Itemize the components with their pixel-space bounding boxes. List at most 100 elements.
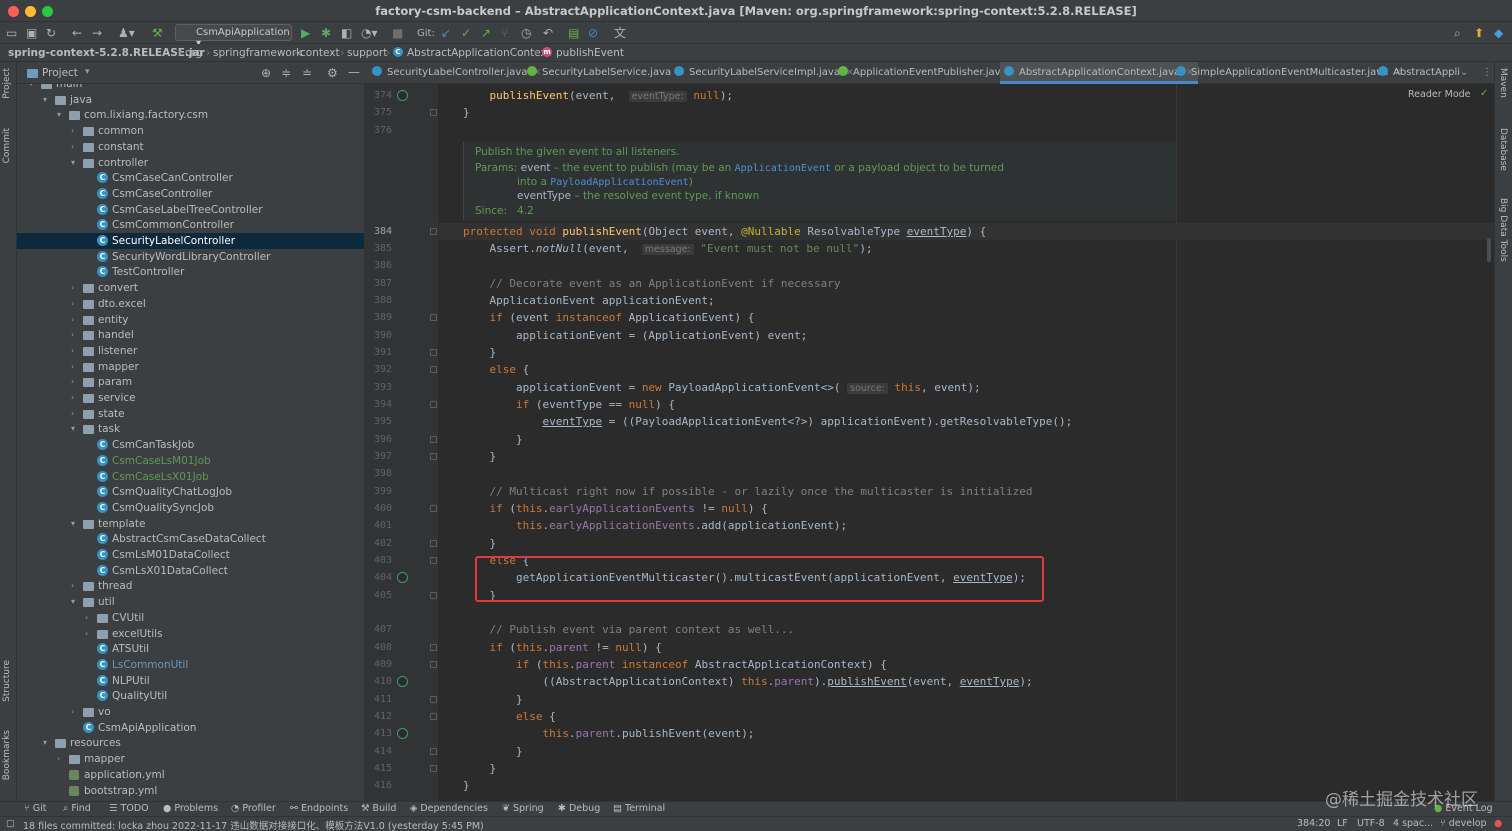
- chevron-right-icon[interactable]: ›: [71, 390, 74, 406]
- caret-position[interactable]: 384:20: [1297, 818, 1330, 829]
- tree-folder[interactable]: ▾ resources: [17, 735, 364, 751]
- chevron-right-icon[interactable]: ›: [71, 406, 74, 422]
- tab-securitylabelcontroller[interactable]: SecurityLabelController.java ✕: [372, 62, 541, 84]
- tree-folder[interactable]: › listener: [17, 343, 364, 359]
- tree-item[interactable]: C SecurityLabelController: [17, 233, 364, 249]
- line-separator[interactable]: LF: [1337, 818, 1348, 829]
- chevron-down-icon[interactable]: ▾: [43, 92, 47, 108]
- user-icon[interactable]: ♟▾: [118, 26, 135, 40]
- breadcrumb-context[interactable]: context: [300, 47, 340, 59]
- chevron-right-icon[interactable]: ›: [71, 578, 74, 594]
- chevron-down-icon[interactable]: ▾: [85, 67, 90, 77]
- todo-tool-button[interactable]: ☰ TODO: [109, 803, 149, 814]
- fold-icon[interactable]: [430, 644, 437, 651]
- tree-folder[interactable]: › param: [17, 374, 364, 390]
- tree-folder[interactable]: › constant: [17, 139, 364, 155]
- commit-tool-tab[interactable]: Commit: [2, 128, 12, 163]
- tree-item[interactable]: C CsmLsX01DataCollect: [17, 563, 364, 579]
- tree-item[interactable]: C QualityUtil: [17, 688, 364, 704]
- tree-item[interactable]: C SecurityWordLibraryController: [17, 249, 364, 265]
- gear-icon[interactable]: ⚙: [327, 66, 338, 80]
- git-commit-icon[interactable]: ✓: [461, 26, 471, 40]
- hide-panel-icon[interactable]: —: [348, 65, 360, 79]
- fold-icon[interactable]: [430, 436, 437, 443]
- back-icon[interactable]: ←: [72, 26, 82, 40]
- fold-icon[interactable]: [430, 109, 437, 116]
- chevron-down-icon[interactable]: ▾: [71, 155, 75, 171]
- tree-item[interactable]: C CsmApiApplication: [17, 720, 364, 736]
- maven-tool-tab[interactable]: Maven: [1498, 68, 1508, 98]
- fold-icon[interactable]: [430, 748, 437, 755]
- notification-icon[interactable]: ●: [1494, 818, 1502, 829]
- fold-icon[interactable]: [430, 765, 437, 772]
- fold-icon[interactable]: [430, 401, 437, 408]
- chevron-down-icon[interactable]: ▾: [43, 735, 47, 751]
- sync-icon[interactable]: ↻: [46, 26, 56, 40]
- problems-tool-button[interactable]: ● Problems: [163, 803, 218, 814]
- tree-folder[interactable]: › CVUtil: [17, 610, 364, 626]
- chevron-right-icon[interactable]: ›: [71, 343, 74, 359]
- tree-folder[interactable]: › common: [17, 123, 364, 139]
- debug-icon[interactable]: ✱: [321, 26, 331, 40]
- chevron-right-icon[interactable]: ›: [85, 610, 88, 626]
- fold-icon[interactable]: [430, 228, 437, 235]
- endpoints-tool-button[interactable]: ⚯ Endpoints: [290, 803, 348, 814]
- fold-icon[interactable]: [430, 540, 437, 547]
- tree-folder[interactable]: ▾ com.lixiang.factory.csm: [17, 107, 364, 123]
- status-message[interactable]: 18 files committed: locka zhou 2022-11-1…: [23, 818, 484, 831]
- tree-folder[interactable]: › thread: [17, 578, 364, 594]
- breadcrumb-class[interactable]: AbstractApplicationContext: [407, 47, 551, 59]
- tree-item[interactable]: C CsmQualitySyncJob: [17, 500, 364, 516]
- tree-item[interactable]: bootstrap.yml: [17, 783, 364, 799]
- rollback-icon[interactable]: ↶: [543, 26, 553, 40]
- fold-icon[interactable]: [430, 314, 437, 321]
- git-push-icon[interactable]: ↗: [481, 26, 491, 40]
- chevron-down-icon[interactable]: ▾: [57, 107, 61, 123]
- tree-folder[interactable]: › mapper: [17, 359, 364, 375]
- tree-item[interactable]: application.yml: [17, 767, 364, 783]
- chevron-right-icon[interactable]: ›: [71, 704, 74, 720]
- big-data-tools-tab[interactable]: Big Data Tools: [1498, 198, 1508, 262]
- chevron-right-icon[interactable]: ›: [71, 296, 74, 312]
- forward-icon[interactable]: →: [92, 26, 102, 40]
- implementation-gutter-icon[interactable]: [397, 90, 408, 101]
- chevron-right-icon[interactable]: ›: [71, 327, 74, 343]
- open-folder-icon[interactable]: ▭: [6, 26, 17, 40]
- disable-icon[interactable]: ⊘: [588, 26, 598, 40]
- structure-tool-tab[interactable]: Structure: [2, 660, 12, 702]
- profiler-tool-button[interactable]: ◔ Profiler: [231, 803, 276, 814]
- project-tool-tab[interactable]: Project: [2, 68, 12, 99]
- build-tool-button[interactable]: ⚒ Build: [361, 803, 396, 814]
- git-update-icon[interactable]: ↙: [441, 26, 451, 40]
- tree-folder[interactable]: ▾ controller: [17, 155, 364, 171]
- chevron-down-icon[interactable]: ▾: [71, 516, 75, 532]
- git-branch[interactable]: ⑂ develop: [1440, 818, 1487, 829]
- git-tool-button[interactable]: ⑂ Git: [24, 803, 46, 814]
- fold-icon[interactable]: [430, 713, 437, 720]
- tab-securitylabelservice[interactable]: SecurityLabelService.java✕: [527, 62, 685, 84]
- tree-folder[interactable]: › service: [17, 390, 364, 406]
- tree-item[interactable]: C CsmCaseCanController: [17, 170, 364, 186]
- dependencies-tool-button[interactable]: ◈ Dependencies: [410, 803, 488, 814]
- tree-item[interactable]: C CsmCaseController: [17, 186, 364, 202]
- tree-folder[interactable]: › convert: [17, 280, 364, 296]
- tab-securitylabelserviceimpl[interactable]: SecurityLabelServiceImpl.java ✕: [674, 62, 854, 84]
- tree-item[interactable]: C CsmLsM01DataCollect: [17, 547, 364, 563]
- fold-icon[interactable]: [430, 696, 437, 703]
- tree-folder[interactable]: ▾ template: [17, 516, 364, 532]
- tree-folder[interactable]: › dto.excel: [17, 296, 364, 312]
- chevron-right-icon[interactable]: ›: [57, 751, 60, 767]
- chevron-down-icon[interactable]: ▾: [71, 594, 75, 610]
- tree-folder[interactable]: › entity: [17, 312, 364, 328]
- profile-icon[interactable]: ◔▾: [361, 26, 378, 40]
- chevron-right-icon[interactable]: ›: [71, 359, 74, 375]
- tree-folder[interactable]: ▾ task: [17, 421, 364, 437]
- breadcrumb-support[interactable]: support: [347, 47, 387, 59]
- git-merge-icon[interactable]: ⑂: [501, 26, 508, 40]
- implementation-gutter-icon[interactable]: [397, 676, 408, 687]
- fold-icon[interactable]: [430, 505, 437, 512]
- expand-all-icon[interactable]: ≑: [281, 66, 291, 80]
- build-hammer-icon[interactable]: ⚒: [152, 26, 163, 40]
- breadcrumb-jar[interactable]: spring-context-5.2.8.RELEASE.jar: [8, 47, 205, 59]
- tree-item[interactable]: C CsmCaseLsM01Job: [17, 453, 364, 469]
